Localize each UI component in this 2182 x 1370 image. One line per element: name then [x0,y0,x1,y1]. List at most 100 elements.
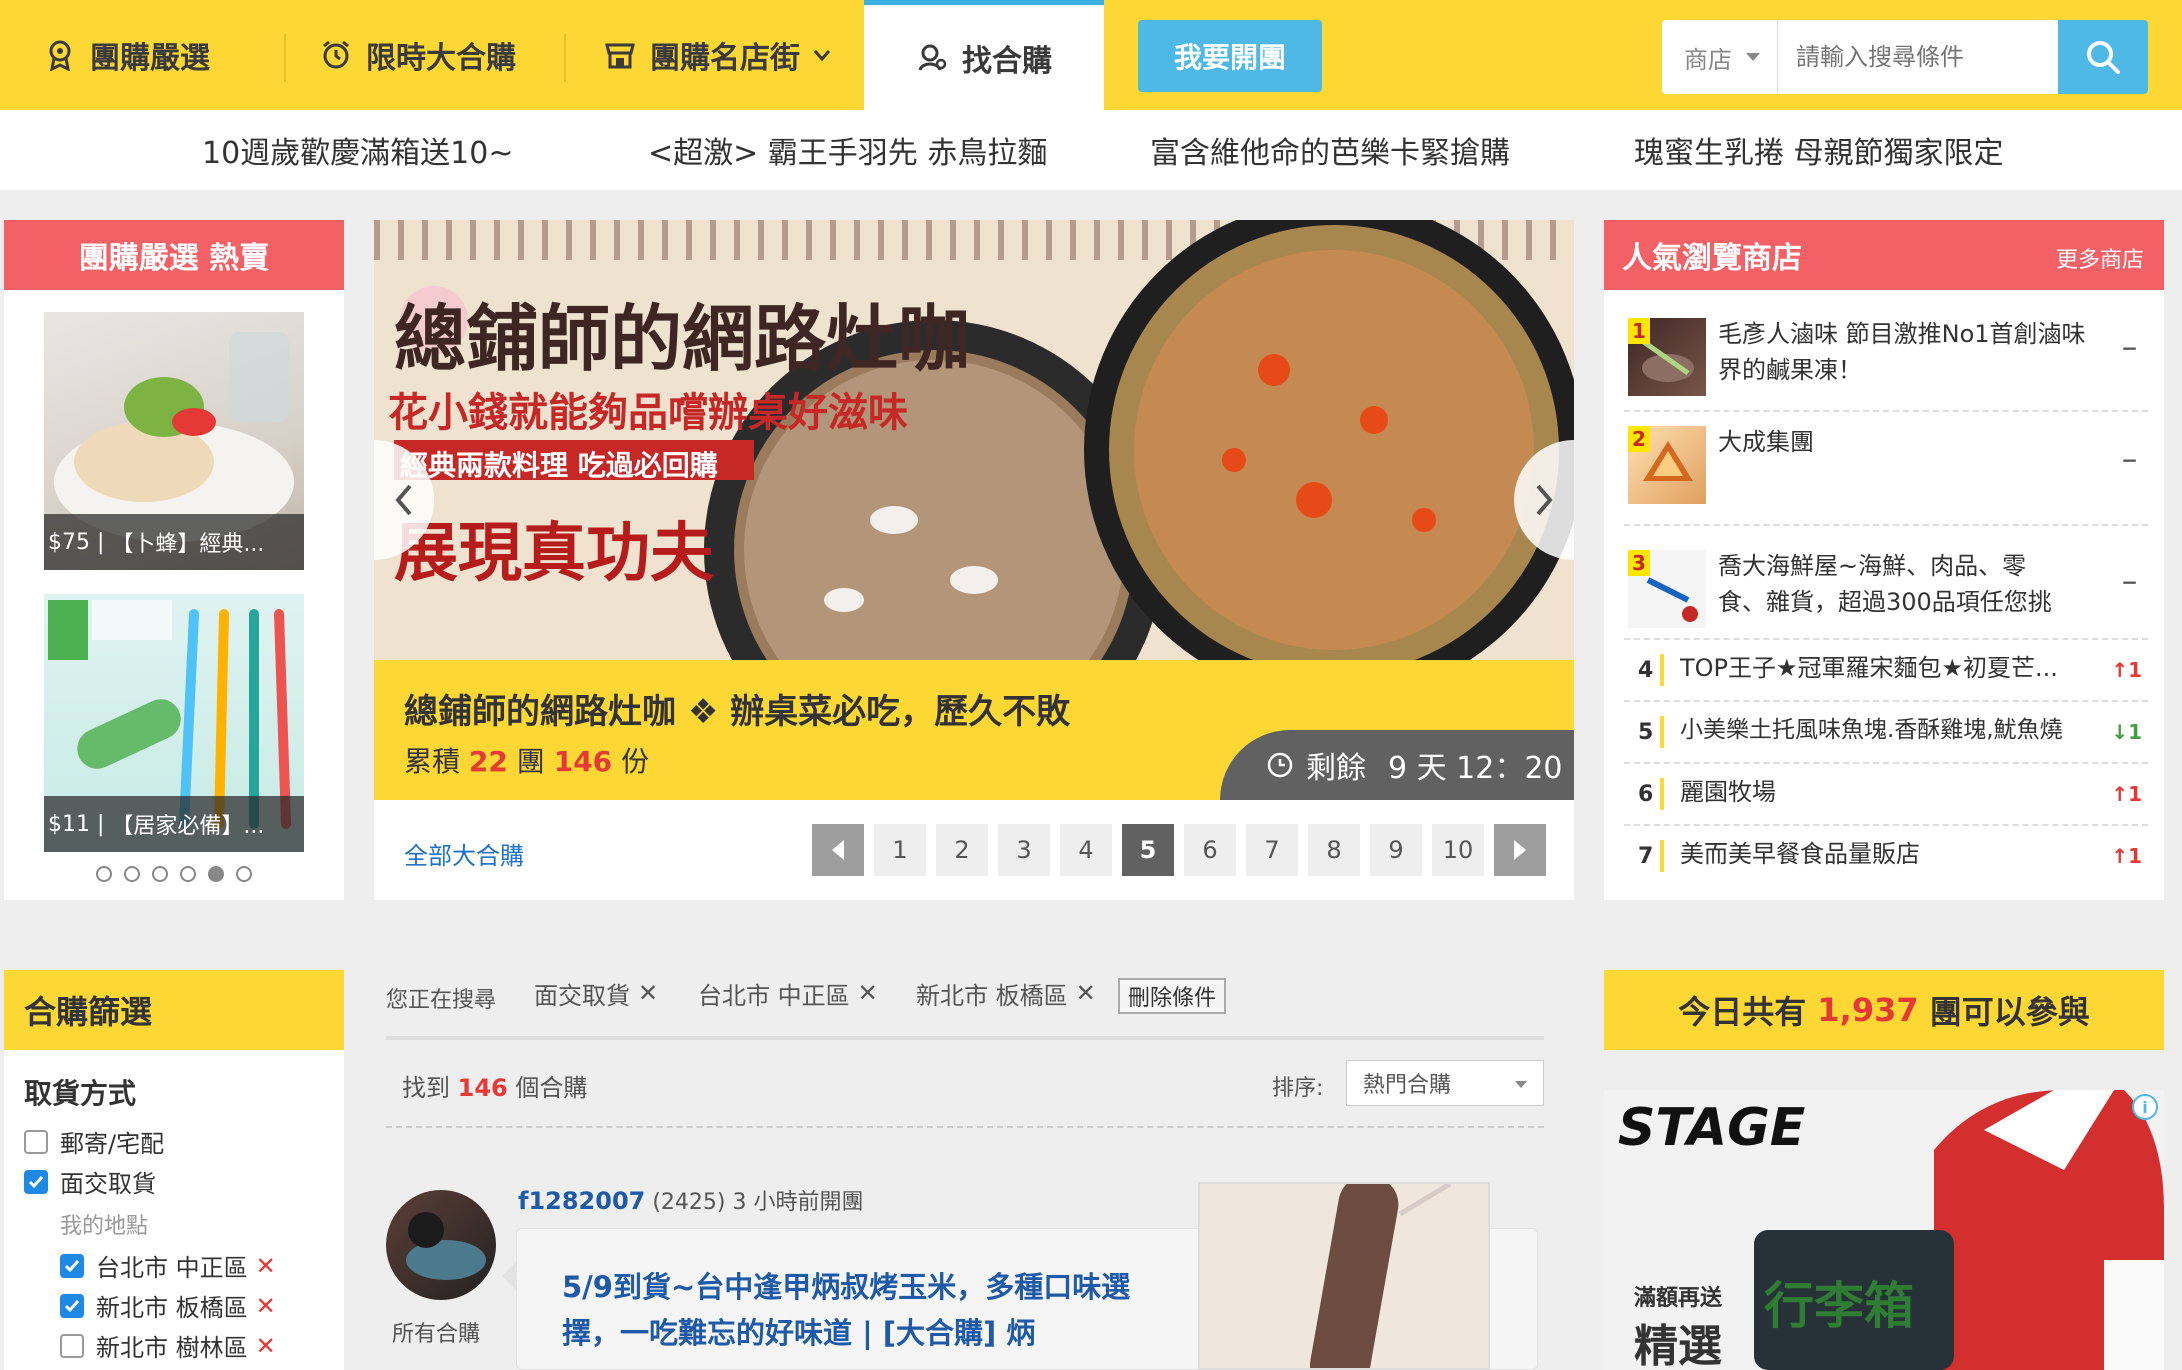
sort-value: 熱門合購 [1363,1073,1452,1098]
avatar[interactable] [386,1190,496,1300]
popular-store-row[interactable]: 7 美而美早餐食品量販店 ↑1 [1624,826,2148,888]
page-button[interactable]: 1 [874,824,926,876]
avatar-photo [406,1212,486,1280]
checkbox-checked[interactable] [60,1293,84,1318]
nav-tab-limited[interactable]: 限時大合購 [320,0,516,110]
page-button[interactable]: 10 [1432,824,1484,876]
rank-divider [1660,654,1664,686]
clock-icon [1267,752,1293,778]
filter-chip[interactable]: 台北市 中正區 ✕ [680,972,896,1014]
clear-filters-button[interactable]: 刪除條件 [1118,978,1227,1014]
ad-brand: STAGE [1618,1098,1806,1158]
banner-image[interactable]: 總鋪師的網路灶咖 花小錢就能夠品嚐辦桌好滋味 經典兩款料理 吃過必回購 展現真功… [374,220,1574,660]
promo-link[interactable]: <超激> 霸王手羽先 赤鳥拉麵 [648,128,1047,172]
triangle-left-icon [832,840,844,860]
remove-place-icon[interactable]: ✕ [256,1252,276,1280]
remove-place-icon[interactable]: ✕ [256,1292,276,1320]
page-button[interactable]: 6 [1184,824,1236,876]
chip-close-icon[interactable]: ✕ [638,979,658,1007]
page-button[interactable]: 3 [998,824,1050,876]
rank-badge: 2 [1628,426,1650,452]
search-category-select[interactable]: 商店 [1662,20,1778,94]
filter-place[interactable]: 台北市 中正區 ✕ [60,1248,276,1283]
trend-up: ↑1 [2111,658,2142,682]
filter-place[interactable]: 新北市 樹林區 ✕ [60,1328,276,1363]
page-button-current[interactable]: 5 [1122,824,1174,876]
ad-banner[interactable]: STAGE 滿額再送 精選 行李箱 i [1604,1090,2164,1370]
hot-item-caption: $75 | 【卜蜂】經典... [44,514,304,570]
carousel-dot[interactable] [96,866,112,882]
filter-chip[interactable]: 新北市 板橋區 ✕ [898,972,1114,1014]
nav-tab-stores[interactable]: 團購名店街 [604,0,832,110]
chip-close-icon[interactable]: ✕ [1076,979,1096,1007]
search-button[interactable] [2058,20,2148,94]
hot-item[interactable]: $11 | 【居家必備】... [44,594,304,852]
page-button[interactable]: 7 [1246,824,1298,876]
banner-art-title: 總鋪師的網路灶咖 [394,296,971,381]
nav-tab-find[interactable]: 找合購 [864,0,1104,110]
popular-store-row[interactable]: 5 小美樂土托風味魚塊.香酥雞塊,魷魚燒 ↓1 [1624,702,2148,764]
nav-tab-curated[interactable]: 團購嚴選 [44,0,210,110]
chip-label: 面交取貨 [534,981,630,1010]
popular-store-row[interactable]: 6 麗園牧場 ↑1 [1624,764,2148,826]
checkbox[interactable] [60,1333,84,1358]
banner-title-link[interactable]: 總鋪師的網路灶咖 ❖ 辦桌菜必吃，歷久不敗 [404,684,1070,733]
all-group-buys-link[interactable]: 全部大合購 [404,836,524,871]
check-icon [28,1175,44,1188]
chip-close-icon[interactable]: ✕ [858,979,878,1007]
promo-link[interactable]: 瑰蜜生乳捲 母親節獨家限定 [1634,128,2004,172]
rank-badge: 3 [1628,550,1650,576]
page-button[interactable]: 8 [1308,824,1360,876]
hot-item[interactable]: $75 | 【卜蜂】經典... [44,312,304,570]
trend-indicator: − [2121,336,2138,360]
ad-info-icon[interactable]: i [2132,1094,2158,1120]
sort-select[interactable]: 熱門合購 [1346,1060,1544,1106]
carousel-dot-active[interactable] [208,866,224,882]
filter-place[interactable]: 新北市 板橋區 ✕ [60,1288,276,1323]
page-next-button[interactable] [1494,824,1546,876]
promo-link[interactable]: 10週歲歡慶滿箱送10~ [202,128,513,172]
page-button[interactable]: 4 [1060,824,1112,876]
search-input[interactable] [1778,20,2052,94]
popular-store-row[interactable]: 2 大成集團 − [1624,412,2148,526]
nav-tab-label: 團購名店街 [650,41,800,76]
post-thumbnail[interactable] [1198,1182,1490,1370]
filter-chip[interactable]: 面交取貨 ✕ [516,972,677,1014]
page-prev-button[interactable] [812,824,864,876]
carousel-dot[interactable] [124,866,140,882]
found-suffix: 個合購 [515,1074,588,1102]
checkbox-checked[interactable] [60,1253,84,1278]
today-prefix: 今日共有 [1678,993,1807,1031]
post-user-link[interactable]: f1282007 [518,1187,645,1215]
all-buys-label[interactable]: 所有合購 [392,1316,480,1348]
carousel-dot[interactable] [180,866,196,882]
checkbox[interactable] [24,1129,48,1154]
checkbox-label: 新北市 樹林區 [96,1334,248,1362]
remaining-time: 9 天 12：20 [1388,751,1563,786]
checkbox-checked[interactable] [24,1169,48,1194]
post-title-link[interactable]: 5/9到貨~台中逢甲炳叔烤玉米，多種口味選擇，一吃難忘的好味道 | [大合購] … [562,1264,1152,1356]
storefront-icon [605,43,635,69]
rank-number: 7 [1638,844,1654,869]
search-box: 商店 [1662,20,2148,94]
carousel-dot[interactable] [152,866,168,882]
popular-store-row[interactable]: 1 毛彥人滷味 節目激推No1首創滷味界的鹹果凍！ − [1624,306,2148,412]
filter-section-title: 取貨方式 [24,1077,137,1110]
checkbox-label: 面交取貨 [60,1170,156,1198]
chip-label: 新北市 板橋區 [916,981,1068,1010]
hot-item-name: 【居家必備】... [111,814,265,839]
open-group-button[interactable]: 我要開團 [1138,20,1322,92]
page-button[interactable]: 9 [1370,824,1422,876]
popular-store-row[interactable]: 4 TOP王子★冠軍羅宋麵包★初夏芒... ↑1 [1624,640,2148,702]
post-user-score: (2425) [652,1190,726,1215]
more-stores-link[interactable]: 更多商店 [2056,242,2144,274]
remove-place-icon[interactable]: ✕ [256,1332,276,1360]
promo-link[interactable]: 富含維他命的芭樂卡緊搶購 [1150,128,1510,172]
page-button[interactable]: 2 [936,824,988,876]
carousel-dot[interactable] [236,866,252,882]
filter-option-pickup[interactable]: 面交取貨 [24,1164,156,1199]
filter-option-delivery[interactable]: 郵寄/宅配 [24,1124,164,1159]
checkbox-label: 郵寄/宅配 [60,1130,165,1158]
chevron-right-icon [1536,484,1553,516]
popular-store-row[interactable]: 3 喬大海鮮屋~海鮮、肉品、零食、雜貨，超過300品項任您挑 − [1624,526,2148,640]
